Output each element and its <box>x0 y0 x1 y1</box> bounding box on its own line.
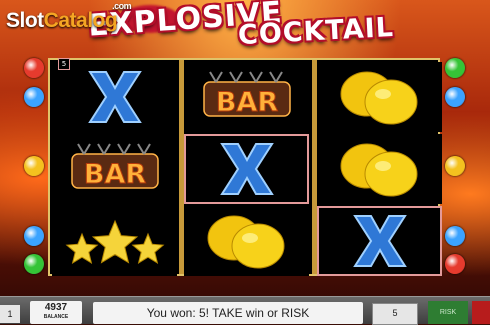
apple-icon[interactable] <box>24 58 44 78</box>
reel-cell <box>317 62 442 132</box>
x-symbol-icon <box>352 215 407 267</box>
apple-icon[interactable] <box>24 87 44 107</box>
win-message: You won: 5! TAKE win or RISK <box>93 302 363 324</box>
reel-cell <box>52 62 177 132</box>
x-symbol-icon <box>219 143 274 195</box>
stars-symbol-icon <box>65 219 164 264</box>
game-title: EXPLOSIVE COCKTAIL <box>87 0 398 56</box>
watermark-brand-accent: Catalog <box>43 9 118 32</box>
lemons-symbol-icon <box>207 215 284 269</box>
reel-cell <box>317 206 442 276</box>
right-line-indicators <box>445 58 467 274</box>
apple-icon[interactable] <box>445 156 465 176</box>
balance-display: 4937 BALANCE <box>30 301 82 324</box>
bar-symbol-icon: BAR <box>70 143 159 191</box>
watermark-brand-main: Slot <box>6 9 44 32</box>
apple-icon[interactable] <box>24 156 44 176</box>
take-button[interactable] <box>472 301 490 324</box>
bar-symbol-label: BAR <box>215 87 277 118</box>
reel-cell: BAR <box>52 134 177 204</box>
balance-value: 4937 <box>44 302 68 313</box>
apple-icon[interactable] <box>24 226 44 246</box>
lemons-symbol-icon <box>340 143 417 197</box>
bar-symbol-label: BAR <box>83 159 145 190</box>
bet-value[interactable]: 5 <box>372 303 418 325</box>
apple-icon[interactable] <box>445 58 465 78</box>
reel-cell: BAR <box>184 62 309 132</box>
reel-cell <box>184 134 309 204</box>
lines-value[interactable]: 1 <box>0 305 20 323</box>
watermark-domain: .com <box>112 1 132 11</box>
control-bar: 1 4937 BALANCE You won: 5! TAKE win or R… <box>0 296 490 325</box>
apple-icon[interactable] <box>445 87 465 107</box>
left-line-indicators <box>24 58 46 274</box>
payline-badge: 5 <box>58 58 70 70</box>
apple-icon[interactable] <box>445 226 465 246</box>
bar-symbol-icon: BAR <box>202 71 291 119</box>
x-symbol-icon <box>87 71 142 123</box>
reel-cell <box>184 206 309 276</box>
lemons-symbol-icon <box>340 71 417 125</box>
risk-button[interactable]: RISK <box>428 301 468 324</box>
apple-icon[interactable] <box>24 254 44 274</box>
reel-cell <box>317 134 442 204</box>
watermark-logo: SlotCatalog .com <box>6 1 132 33</box>
apple-icon[interactable] <box>445 254 465 274</box>
reel-cell <box>52 206 177 276</box>
reel-area: BAR BAR <box>48 58 442 276</box>
balance-label: BALANCE <box>43 314 69 320</box>
